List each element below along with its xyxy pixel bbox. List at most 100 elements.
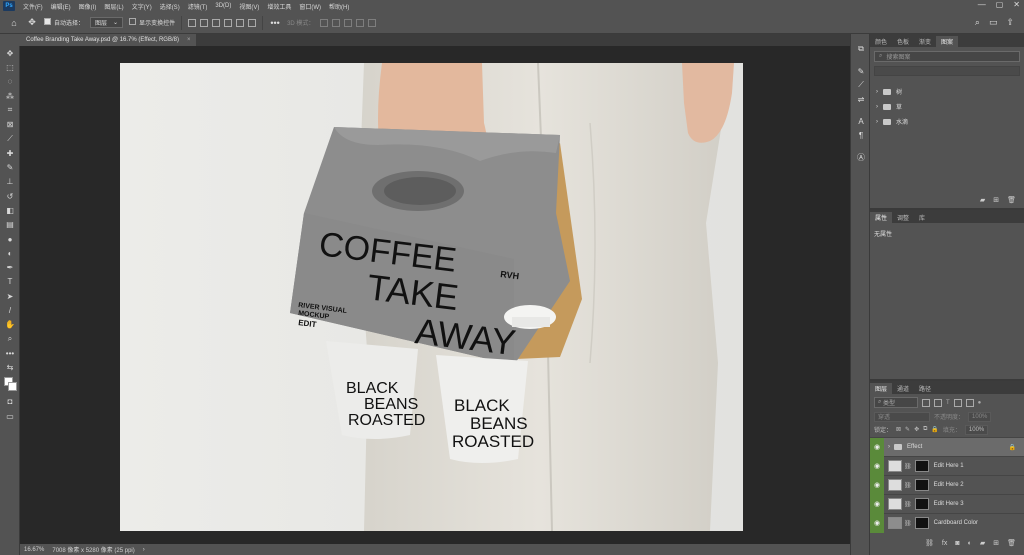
link-layers-icon[interactable]: ⛓ xyxy=(925,539,934,547)
magic-wand-tool-icon[interactable]: ⁂ xyxy=(0,89,20,103)
new-pattern-icon[interactable]: ⊞ xyxy=(993,196,999,204)
align-center-icon[interactable] xyxy=(200,18,209,27)
pen-tool-icon[interactable]: ✒ xyxy=(0,260,20,274)
visibility-eye-icon[interactable]: ◉ xyxy=(870,475,884,495)
brush-settings-icon[interactable]: ✎ xyxy=(851,64,871,78)
lasso-tool-icon[interactable]: ◌ xyxy=(0,75,20,89)
align-right-icon[interactable] xyxy=(212,18,221,27)
gradient-tool-icon[interactable]: ▤ xyxy=(0,218,20,232)
pattern-search[interactable]: ⌕ 搜索图案 xyxy=(874,51,1020,62)
3d-slide-icon[interactable] xyxy=(356,18,365,27)
zoom-tool-icon[interactable]: ⌕ xyxy=(0,332,20,346)
menu-help[interactable]: 帮助(H) xyxy=(325,2,353,11)
history-brush-tool-icon[interactable]: ↺ xyxy=(0,189,20,203)
close-window-button[interactable]: ✕ xyxy=(1013,0,1020,9)
minimize-button[interactable]: — xyxy=(978,0,986,9)
character-icon[interactable]: A xyxy=(851,114,871,128)
hand-tool-icon[interactable]: ✋ xyxy=(0,318,20,332)
layer-row-edit-here-2[interactable]: ◉ ⛓ Edit Here 2 xyxy=(870,475,1024,495)
menu-plugins[interactable]: 增效工具 xyxy=(263,2,295,11)
move-tool-icon[interactable]: ✥ xyxy=(0,46,20,60)
menu-select[interactable]: 选择(S) xyxy=(156,2,184,11)
share-icon[interactable]: ⇪ xyxy=(1006,17,1014,28)
document-tab[interactable]: Coffee Branding Take Away.psd @ 16.7% (E… xyxy=(20,34,196,46)
align-middle-icon[interactable] xyxy=(236,18,245,27)
tab-layers[interactable]: 图层 xyxy=(870,383,893,394)
visibility-eye-icon[interactable]: ◉ xyxy=(870,437,884,457)
menu-filter[interactable]: 滤镜(T) xyxy=(184,2,212,11)
menu-file[interactable]: 文件(F) xyxy=(19,2,47,11)
move-tool-icon[interactable]: ✥ xyxy=(26,17,38,29)
lock-position-icon[interactable]: ✥ xyxy=(914,426,919,433)
menu-edit[interactable]: 编辑(E) xyxy=(47,2,75,11)
pattern-group-water[interactable]: › 水滴 xyxy=(870,114,1024,129)
tab-properties[interactable]: 属性 xyxy=(870,212,893,223)
lock-pixels-icon[interactable]: ⊠ xyxy=(896,426,901,433)
eyedropper-tool-icon[interactable]: ⟋ xyxy=(0,132,20,146)
auto-select-checkbox[interactable]: 自动选择： xyxy=(44,18,84,27)
filter-shape-icon[interactable] xyxy=(953,398,962,407)
tab-gradients[interactable]: 渐变 xyxy=(914,36,936,47)
align-left-icon[interactable] xyxy=(188,18,197,27)
menu-view[interactable]: 视图(V) xyxy=(235,2,263,11)
search-icon[interactable]: ⌕ xyxy=(975,17,980,28)
menu-layer[interactable]: 图层(L) xyxy=(100,2,127,11)
3d-scale-icon[interactable] xyxy=(368,18,377,27)
chevron-right-icon[interactable]: › xyxy=(888,444,890,450)
stamp-tool-icon[interactable]: ⊥ xyxy=(0,175,20,189)
filter-type-icon[interactable]: T xyxy=(946,400,950,406)
visibility-eye-icon[interactable]: ◉ xyxy=(870,513,884,533)
visibility-eye-icon[interactable]: ◉ xyxy=(870,456,884,476)
menu-window[interactable]: 窗口(W) xyxy=(295,2,325,11)
add-mask-icon[interactable]: ◙ xyxy=(955,540,959,547)
layer-row-edit-here-1[interactable]: ◉ ⛓ Edit Here 1 xyxy=(870,456,1024,476)
tab-adjustments[interactable]: 调整 xyxy=(892,212,914,223)
align-bottom-icon[interactable] xyxy=(248,18,257,27)
menu-type[interactable]: 文字(Y) xyxy=(128,2,156,11)
path-selection-tool-icon[interactable]: ➤ xyxy=(0,289,20,303)
menu-image[interactable]: 图像(I) xyxy=(75,2,101,11)
maximize-button[interactable]: ▢ xyxy=(996,0,1004,9)
new-group-icon[interactable]: ▰ xyxy=(980,196,985,204)
menu-3d[interactable]: 3D(D) xyxy=(211,3,235,9)
marquee-tool-icon[interactable]: ⬚ xyxy=(0,60,20,74)
new-group-icon[interactable]: ▰ xyxy=(980,539,985,547)
adjust-icon[interactable]: ⇌ xyxy=(851,92,871,106)
home-icon[interactable]: ⌂ xyxy=(8,17,20,29)
filter-pixel-icon[interactable] xyxy=(922,398,930,407)
filter-adjustment-icon[interactable] xyxy=(934,398,942,407)
crop-tool-icon[interactable]: ⌗ xyxy=(0,103,20,117)
adjustment-layer-icon[interactable]: ◐ xyxy=(968,540,972,547)
brushes-icon[interactable]: ⟋ xyxy=(851,78,871,92)
layer-filter-kind[interactable]: ⌕ 类型 xyxy=(874,397,918,408)
filter-smart-icon[interactable] xyxy=(965,398,974,407)
tab-color[interactable]: 颜色 xyxy=(870,36,892,47)
quick-mask-icon[interactable]: ◘ xyxy=(0,395,20,409)
frame-tool-icon[interactable]: ⊠ xyxy=(0,117,20,131)
layer-style-icon[interactable]: fx xyxy=(942,540,947,547)
auto-select-dropdown[interactable]: 图层 ⌄ xyxy=(90,17,124,28)
trash-icon[interactable]: 🗑 xyxy=(1007,196,1016,204)
3d-rotate-icon[interactable] xyxy=(320,18,329,27)
pattern-group-trees[interactable]: › 树 xyxy=(870,84,1024,99)
tab-swatches[interactable]: 色板 xyxy=(892,36,914,47)
layer-row-edit-here-3[interactable]: ◉ ⛓ Edit Here 3 xyxy=(870,494,1024,514)
visibility-eye-icon[interactable]: ◉ xyxy=(870,494,884,514)
new-layer-icon[interactable]: ⊞ xyxy=(993,539,999,547)
filter-toggle-icon[interactable]: ● xyxy=(978,400,982,406)
opacity-field[interactable]: 100% xyxy=(968,411,992,422)
color-swatches-icon[interactable] xyxy=(0,375,20,395)
lock-image-icon[interactable]: ✎ xyxy=(905,426,910,433)
3d-pan-icon[interactable] xyxy=(344,18,353,27)
close-tab-icon[interactable]: × xyxy=(187,37,191,43)
healing-brush-tool-icon[interactable]: ✚ xyxy=(0,146,20,160)
align-top-icon[interactable] xyxy=(224,18,233,27)
show-transform-checkbox[interactable]: 显示变换控件 xyxy=(129,18,175,27)
more-options-icon[interactable]: ••• xyxy=(269,17,281,29)
screen-mode-icon[interactable]: ▭ xyxy=(0,409,20,423)
tab-patterns[interactable]: 图案 xyxy=(936,36,959,47)
tab-channels[interactable]: 通道 xyxy=(892,383,914,394)
type-tool-icon[interactable]: T xyxy=(0,275,20,289)
brush-tool-icon[interactable]: ✎ xyxy=(0,160,20,174)
history-icon[interactable]: ⧉ xyxy=(851,42,871,56)
